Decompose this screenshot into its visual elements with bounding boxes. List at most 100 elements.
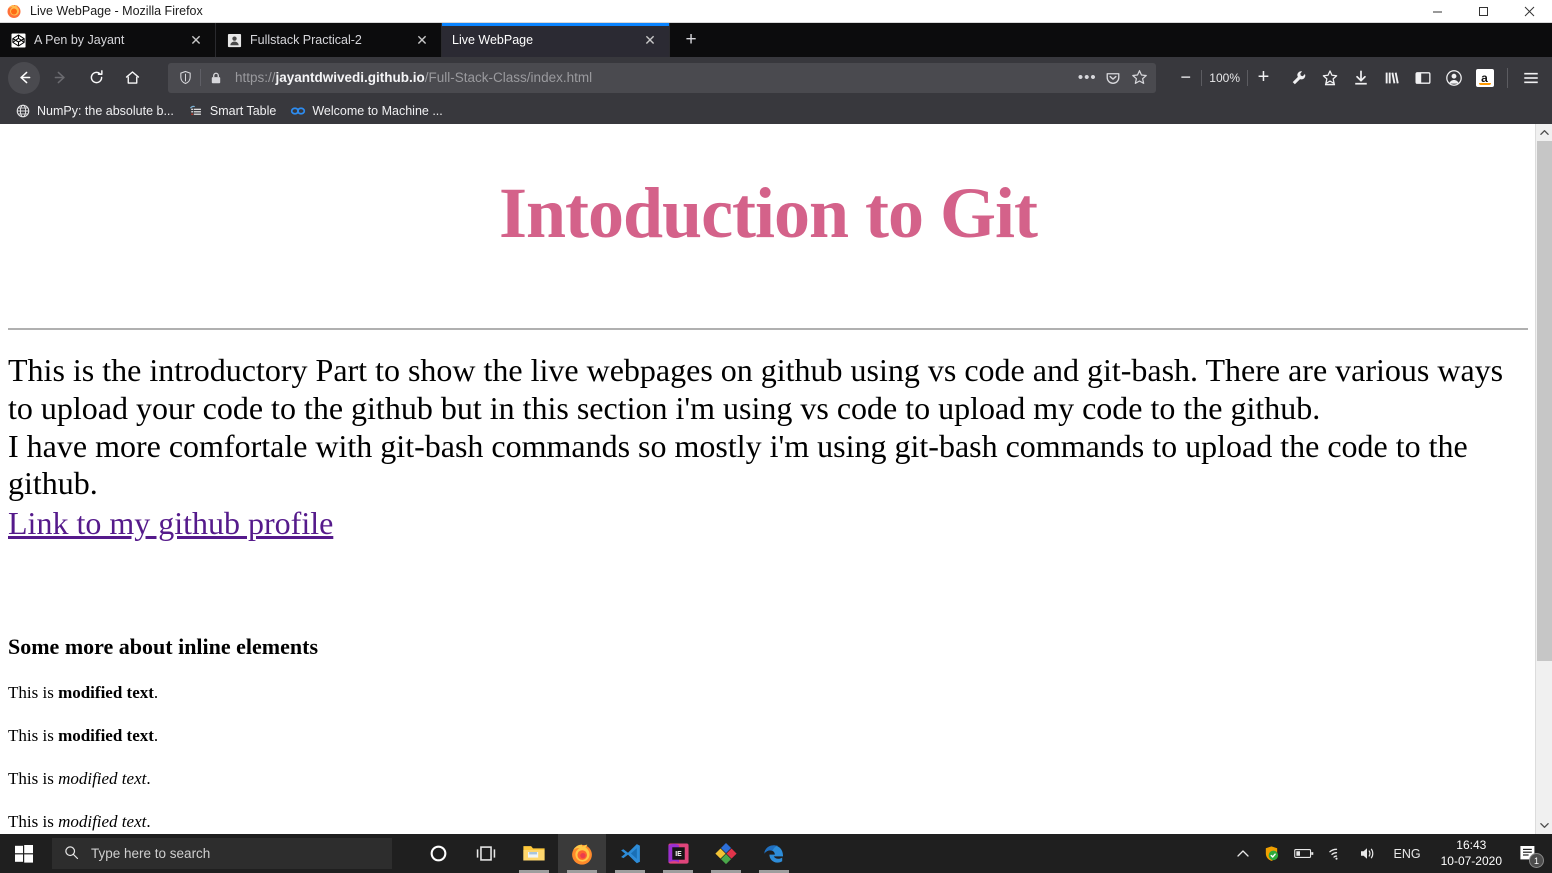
maximize-button[interactable] xyxy=(1460,0,1506,23)
antivirus-shield-icon[interactable] xyxy=(1256,834,1287,873)
downloads-icon[interactable] xyxy=(1345,62,1376,93)
document-icon xyxy=(226,32,242,48)
scrollbar-thumb[interactable] xyxy=(1537,141,1552,661)
speaker-icon[interactable] xyxy=(1352,834,1384,873)
inline-emphasis-italic: modified text xyxy=(58,812,147,832)
tab-label: A Pen by Jayant xyxy=(34,33,125,47)
url-bar[interactable]: https://jayantdwivedi.github.io/Full-Sta… xyxy=(168,62,1157,93)
bookmarks-toolbar: NumPy: the absolute b... Smart Table Wel… xyxy=(0,98,1552,124)
inline-prefix: This is xyxy=(8,812,59,832)
tab-a-pen-by-jayant[interactable]: A Pen by Jayant ✕ xyxy=(0,23,216,57)
codepen-icon xyxy=(10,32,26,48)
inline-suffix: . xyxy=(146,812,151,832)
url-bar-actions: ••• xyxy=(1074,65,1152,91)
save-to-pocket-icon[interactable] xyxy=(1314,62,1345,93)
page-actions-icon[interactable]: ••• xyxy=(1074,65,1100,91)
close-button[interactable] xyxy=(1506,0,1552,23)
taskbar-clock[interactable]: 16:43 10-07-2020 xyxy=(1431,838,1512,870)
amazon-icon[interactable]: a xyxy=(1469,62,1500,93)
url-separator xyxy=(200,69,201,86)
inline-text-line: This is modified text. xyxy=(8,812,1528,832)
zoom-out-button[interactable]: − xyxy=(1170,62,1201,93)
bookmark-star-icon[interactable] xyxy=(1126,65,1152,91)
tab-fullstack-practical-2[interactable]: Fullstack Practical-2 ✕ xyxy=(216,23,442,57)
zoom-controls: − 100% + xyxy=(1170,62,1279,93)
inline-emphasis-bold: modified text xyxy=(58,683,154,703)
edge-icon[interactable] xyxy=(750,834,798,873)
svg-text:IE: IE xyxy=(675,851,682,858)
tab-label: Fullstack Practical-2 xyxy=(250,33,362,47)
taskbar-search-input[interactable]: Type here to search xyxy=(52,838,392,869)
inline-suffix: . xyxy=(146,769,151,789)
inline-suffix: . xyxy=(153,726,159,746)
bookmark-welcome-to-machine[interactable]: Welcome to Machine ... xyxy=(283,100,449,122)
url-text[interactable]: https://jayantdwivedi.github.io/Full-Sta… xyxy=(235,70,1074,85)
wifi-icon[interactable] xyxy=(1321,834,1352,873)
hamburger-menu-icon[interactable] xyxy=(1515,62,1546,93)
inline-text-line: This is modified text. xyxy=(8,683,1528,703)
shield-icon[interactable] xyxy=(172,65,198,91)
search-icon xyxy=(64,845,79,863)
horizontal-rule xyxy=(8,328,1528,331)
url-path: /Full-Stack-Class/index.html xyxy=(424,70,593,85)
window-controls xyxy=(1414,0,1552,23)
zoom-level-label[interactable]: 100% xyxy=(1202,71,1247,85)
notification-count-badge: 1 xyxy=(1529,853,1544,868)
vscode-icon[interactable] xyxy=(606,834,654,873)
photos-icon[interactable] xyxy=(702,834,750,873)
navigation-toolbar: https://jayantdwivedi.github.io/Full-Sta… xyxy=(0,57,1552,98)
page-viewport: Intoduction to Git This is the introduct… xyxy=(0,124,1552,834)
bookmark-label: Smart Table xyxy=(209,104,277,118)
pocket-icon[interactable] xyxy=(1100,65,1126,91)
bookmark-label: NumPy: the absolute b... xyxy=(37,104,174,118)
inline-prefix: This is xyxy=(8,683,59,703)
tab-live-webpage[interactable]: Live WebPage ✕ xyxy=(442,23,670,57)
forward-arrow-icon[interactable] xyxy=(44,62,76,94)
home-icon[interactable] xyxy=(116,62,148,94)
bookmark-numpy[interactable]: NumPy: the absolute b... xyxy=(8,100,181,122)
scroll-down-arrow-icon[interactable] xyxy=(1536,817,1552,834)
system-tray: ENG 16:43 10-07-2020 1 xyxy=(1230,834,1552,873)
task-view-icon[interactable] xyxy=(462,834,510,873)
page-scrollbar[interactable] xyxy=(1535,124,1552,834)
inline-prefix: This is xyxy=(8,769,59,789)
intellij-icon[interactable]: IE xyxy=(654,834,702,873)
tab-close-button[interactable]: ✕ xyxy=(185,29,207,51)
tab-strip: A Pen by Jayant ✕ Fullstack Practical-2 … xyxy=(0,23,1552,57)
windows-start-icon[interactable] xyxy=(0,834,48,873)
inline-text-line: This is modified text. xyxy=(8,769,1528,789)
chevron-up-icon[interactable] xyxy=(1230,834,1256,873)
file-explorer-icon[interactable] xyxy=(510,834,558,873)
cortana-icon[interactable] xyxy=(414,834,462,873)
back-arrow-icon[interactable] xyxy=(8,61,40,94)
library-icon[interactable] xyxy=(1376,62,1407,93)
browser-window: Live WebPage - Mozilla Firefox A Pen by … xyxy=(0,0,1552,873)
page-subheading: Some more about inline elements xyxy=(8,634,319,660)
tab-label: Live WebPage xyxy=(452,33,534,47)
clock-time: 16:43 xyxy=(1456,837,1487,852)
table-icon xyxy=(188,103,204,119)
firefox-icon[interactable] xyxy=(558,834,606,873)
window-titlebar: Live WebPage - Mozilla Firefox xyxy=(0,0,1552,23)
new-tab-button[interactable]: + xyxy=(676,25,706,55)
sidebar-icon[interactable] xyxy=(1407,62,1438,93)
scroll-up-arrow-icon[interactable] xyxy=(1536,124,1552,141)
url-scheme: https:// xyxy=(235,70,276,85)
page-title: Intoduction to Git xyxy=(498,173,1038,253)
github-profile-link[interactable]: Link to my github profile xyxy=(8,505,333,542)
tab-close-button[interactable]: ✕ xyxy=(639,29,661,51)
bookmark-smart-table[interactable]: Smart Table xyxy=(181,100,283,122)
account-icon[interactable] xyxy=(1438,62,1469,93)
wrench-icon[interactable] xyxy=(1283,62,1314,93)
inline-prefix: This is xyxy=(8,726,59,746)
tab-close-button[interactable]: ✕ xyxy=(411,29,433,51)
input-language-label[interactable]: ENG xyxy=(1384,847,1431,861)
padlock-icon[interactable] xyxy=(203,65,229,91)
zoom-in-button[interactable]: + xyxy=(1248,62,1279,93)
minimize-button[interactable] xyxy=(1414,0,1460,23)
toolbar-divider xyxy=(1507,67,1508,88)
inline-emphasis-bold: modified text xyxy=(58,726,154,746)
reload-icon[interactable] xyxy=(80,62,112,94)
battery-icon[interactable] xyxy=(1287,834,1321,873)
notification-icon[interactable]: 1 xyxy=(1512,834,1548,873)
